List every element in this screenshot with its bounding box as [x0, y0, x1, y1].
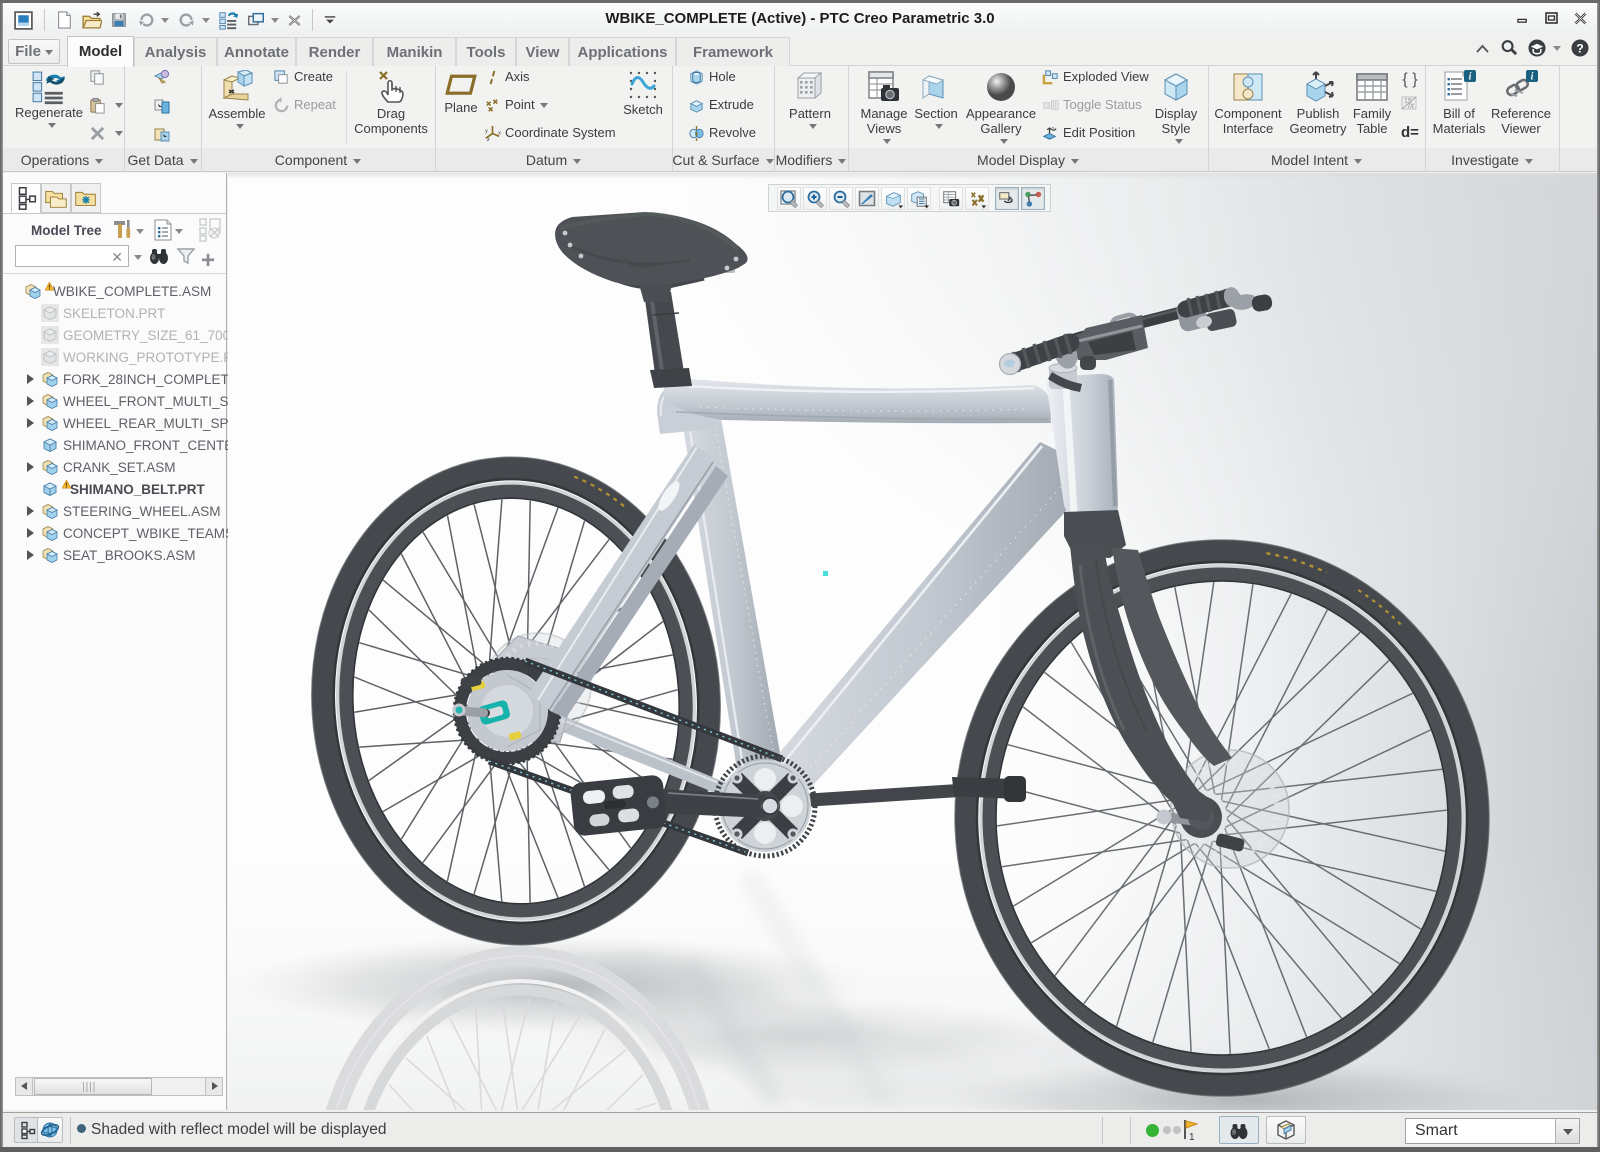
svg-text:{ }: { } — [1402, 71, 1418, 88]
svg-text:d=: d= — [1401, 124, 1419, 141]
svg-text:1: 1 — [1189, 1132, 1195, 1143]
svg-text:i: i — [1531, 72, 1534, 83]
svg-text:y: y — [485, 129, 488, 135]
svg-text:x: x — [498, 131, 501, 137]
svg-text:z: z — [487, 137, 490, 142]
svg-text:z: z — [1051, 127, 1054, 133]
svg-text:i: i — [1469, 72, 1472, 83]
svg-text:?: ? — [1576, 41, 1584, 55]
